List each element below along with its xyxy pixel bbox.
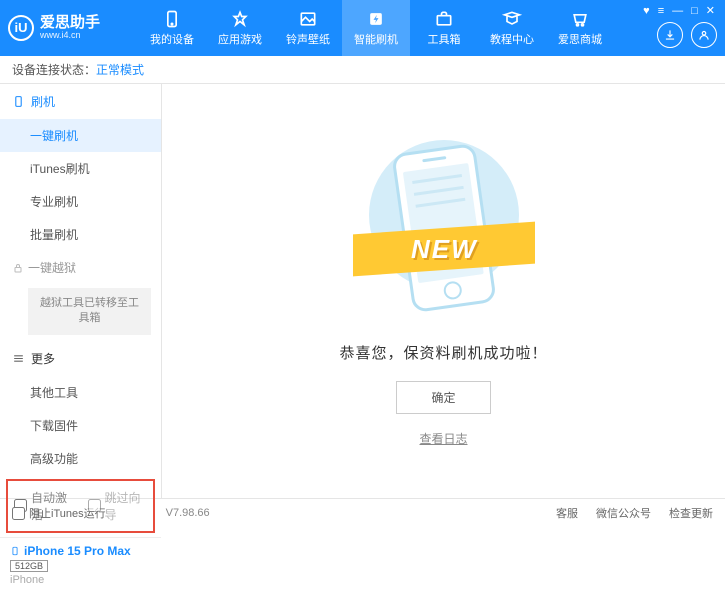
skip-guide-checkbox[interactable] (88, 499, 101, 512)
sidebar-section-flash[interactable]: 刷机 (0, 84, 161, 119)
dropdown-icon[interactable]: ≡ (658, 5, 664, 17)
version-label: V7.98.66 (166, 507, 210, 519)
footer-wechat-link[interactable]: 微信公众号 (596, 505, 651, 521)
sidebar-item-pro-flash[interactable]: 专业刷机 (0, 185, 161, 218)
nav-store[interactable]: 爱思商城 (546, 0, 614, 56)
download-icon (663, 28, 677, 42)
ok-button[interactable]: 确定 (396, 381, 490, 414)
image-icon (298, 9, 318, 29)
logo-area: iU 爱思助手 www.i4.cn (8, 15, 128, 41)
block-itunes-checkbox[interactable] (12, 507, 25, 520)
list-icon (12, 352, 25, 365)
success-illustration: NEW (359, 136, 529, 326)
nav-label: 智能刷机 (354, 31, 398, 47)
header-right: ♥ ≡ — □ ✕ (657, 8, 717, 48)
phone-icon (162, 9, 182, 29)
app-title: 爱思助手 (40, 15, 100, 32)
new-label: NEW (410, 233, 477, 264)
app-url: www.i4.cn (40, 31, 100, 41)
skip-guide-option[interactable]: 跳过向导 (88, 489, 148, 523)
nav-tabs: 我的设备 应用游戏 铃声壁纸 智能刷机 工具箱 教程中心 爱思商城 (138, 0, 614, 56)
phone-outline-icon (12, 95, 25, 108)
sidebar-item-advanced[interactable]: 高级功能 (0, 442, 161, 475)
nav-label: 铃声壁纸 (286, 31, 330, 47)
main-content: NEW 恭喜您，保资料刷机成功啦！ 确定 查看日志 (162, 84, 725, 498)
sidebar-section-jailbreak[interactable]: 一键越狱 (0, 251, 161, 284)
sidebar-item-itunes-flash[interactable]: iTunes刷机 (0, 152, 161, 185)
device-info: iPhone 15 Pro Max 512GB iPhone (0, 537, 161, 592)
sidebar: 刷机 一键刷机 iTunes刷机 专业刷机 批量刷机 一键越狱 越狱工具已转移至… (0, 84, 162, 498)
success-message: 恭喜您，保资料刷机成功啦！ (339, 342, 547, 363)
apps-icon (230, 9, 250, 29)
user-button[interactable] (691, 22, 717, 48)
minimize-icon[interactable]: — (672, 5, 683, 17)
device-icon (10, 544, 20, 558)
sidebar-item-onekey-flash[interactable]: 一键刷机 (0, 119, 161, 152)
app-header: iU 爱思助手 www.i4.cn 我的设备 应用游戏 铃声壁纸 智能刷机 工具… (0, 0, 725, 56)
footer-service-link[interactable]: 客服 (556, 505, 578, 521)
footer-update-link[interactable]: 检查更新 (669, 505, 713, 521)
toolbox-icon (434, 9, 454, 29)
device-storage: 512GB (10, 560, 48, 572)
sidebar-item-batch-flash[interactable]: 批量刷机 (0, 218, 161, 251)
cart-icon (570, 9, 590, 29)
nav-tutorials[interactable]: 教程中心 (478, 0, 546, 56)
window-controls: ♥ ≡ — □ ✕ (643, 4, 715, 17)
device-type: iPhone (10, 574, 151, 586)
lock-icon (12, 262, 24, 274)
status-value: 正常模式 (96, 61, 144, 78)
close-icon[interactable]: ✕ (706, 4, 715, 17)
menu-icon[interactable]: ♥ (643, 5, 650, 17)
nav-ringtones[interactable]: 铃声壁纸 (274, 0, 342, 56)
user-icon (697, 28, 711, 42)
nav-label: 教程中心 (490, 31, 534, 47)
sidebar-jailbreak-note[interactable]: 越狱工具已转移至工具箱 (28, 288, 151, 335)
nav-apps-games[interactable]: 应用游戏 (206, 0, 274, 56)
logo-icon: iU (8, 15, 34, 41)
nav-toolbox[interactable]: 工具箱 (410, 0, 478, 56)
nav-label: 工具箱 (428, 31, 461, 47)
section-label: 一键越狱 (28, 259, 76, 276)
status-bar: 设备连接状态： 正常模式 (0, 56, 725, 84)
maximize-icon[interactable]: □ (691, 5, 698, 17)
nav-label: 爱思商城 (558, 31, 602, 47)
nav-my-device[interactable]: 我的设备 (138, 0, 206, 56)
status-prefix: 设备连接状态： (12, 61, 96, 78)
device-name[interactable]: iPhone 15 Pro Max (10, 544, 151, 558)
nav-label: 我的设备 (150, 31, 194, 47)
sidebar-item-other-tools[interactable]: 其他工具 (0, 376, 161, 409)
section-label: 刷机 (31, 93, 55, 110)
section-label: 更多 (31, 350, 55, 367)
flash-icon (366, 9, 386, 29)
nav-label: 应用游戏 (218, 31, 262, 47)
view-log-link[interactable]: 查看日志 (419, 430, 467, 447)
sidebar-section-more[interactable]: 更多 (0, 341, 161, 376)
book-icon (502, 9, 522, 29)
download-button[interactable] (657, 22, 683, 48)
device-name-text: iPhone 15 Pro Max (24, 544, 131, 558)
nav-smart-flash[interactable]: 智能刷机 (342, 0, 410, 56)
option-label: 跳过向导 (105, 489, 148, 523)
sidebar-item-download-firmware[interactable]: 下载固件 (0, 409, 161, 442)
